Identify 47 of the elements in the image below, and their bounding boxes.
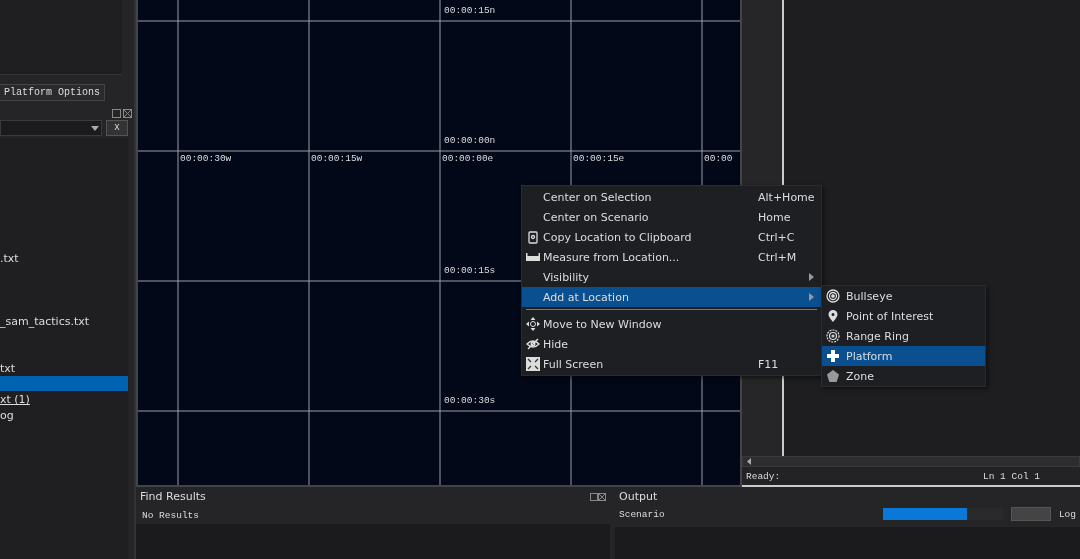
status-text: Ready: [746,470,781,482]
latitude-label: 00:00:15s [444,265,496,276]
pentagon-icon [826,369,840,383]
menu-item[interactable]: Range Ring [822,326,985,346]
bullseye-icon [826,289,840,303]
panel-tab[interactable]: Platform Options [0,84,105,101]
ruler-icon [525,250,540,264]
panel-title: Find Results [140,490,206,503]
scroll-left-icon[interactable] [747,458,751,465]
menu-item[interactable]: Zone [822,366,985,386]
latitude-label: 00:00:00n [444,135,496,146]
menu-item[interactable]: Bullseye [822,286,985,306]
menu-item[interactable]: Platform [822,346,985,366]
float-icon[interactable] [112,109,121,118]
file-item[interactable]: og [0,408,128,423]
file-link[interactable]: xt (1) [0,392,128,407]
file-item[interactable]: txt [0,361,128,376]
horizontal-scrollbar[interactable] [742,456,1080,467]
menu-item[interactable]: Point of Interest [822,306,985,326]
plus-icon [826,349,840,363]
close-icon[interactable] [590,492,606,501]
longitude-label: 00:00:00e [442,153,494,164]
scenario-tab[interactable]: Scenario [619,508,665,520]
log-tab[interactable]: Log [1058,508,1076,520]
longitude-label: 00:00:15w [311,153,363,164]
clear-button[interactable]: X [106,120,128,136]
clipboard-icon [525,230,540,244]
file-item[interactable]: .txt [0,251,128,266]
longitude-label: 00:00 [704,153,733,164]
no-results-text: No Results [142,510,199,521]
submenu-arrow-icon [809,273,814,281]
longitude-label: 00:00:30w [180,153,232,164]
move-icon [525,317,540,331]
file-item[interactable]: _sam_tactics.txt [0,314,128,329]
latitude-label: 00:00:30s [444,395,496,406]
close-icon[interactable] [123,109,132,118]
cursor-position: Ln 1 Col 1 [983,470,1040,482]
range-ring-icon [826,329,840,343]
dropdown-icon [91,125,99,131]
pin-icon [826,309,840,323]
submenu-arrow-icon [809,293,814,301]
hidden-eye-icon [525,337,540,351]
longitude-label: 00:00:15e [573,153,625,164]
latitude-label: 00:00:15n [444,5,496,16]
fullscreen-icon [525,357,540,371]
menu-item[interactable]: Add at Location [522,287,821,307]
panel-title: Output [619,490,658,503]
